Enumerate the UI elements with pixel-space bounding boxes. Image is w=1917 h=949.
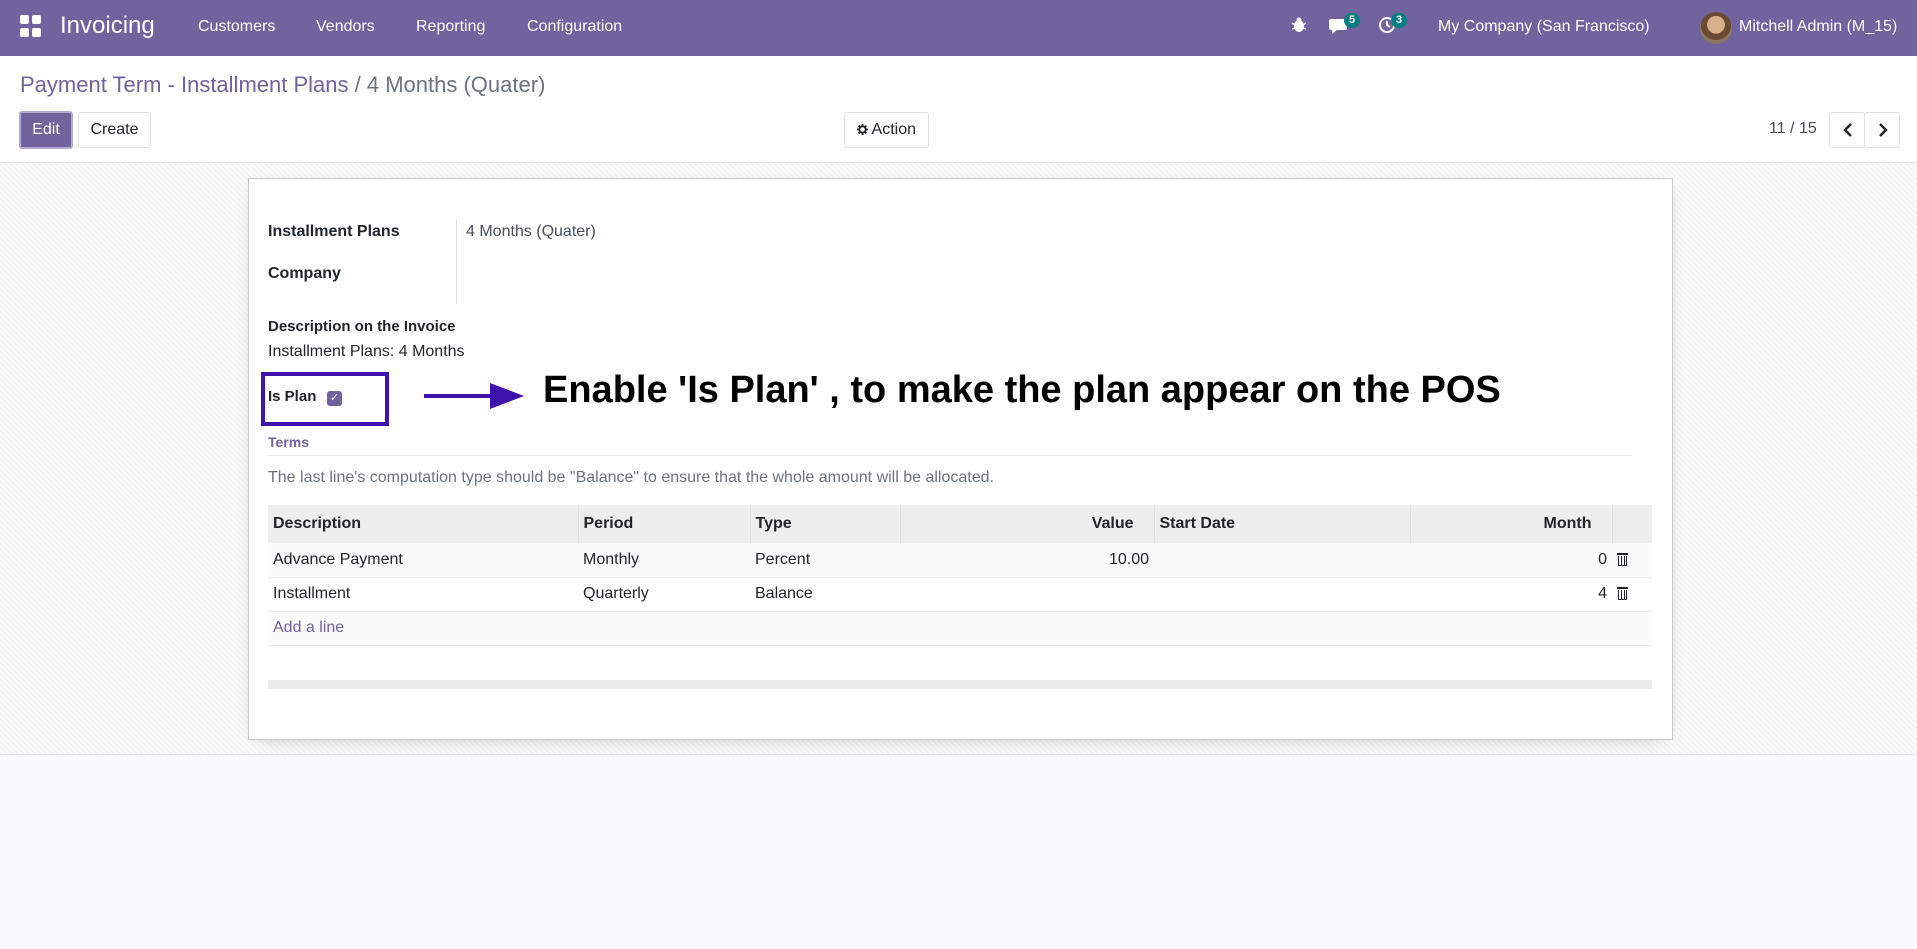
description-label: Description on the Invoice: [268, 318, 456, 335]
is-plan-checkbox[interactable]: ✓: [327, 391, 342, 406]
company-field[interactable]: [466, 265, 766, 285]
chevron-right-icon: [1879, 123, 1888, 137]
column-type[interactable]: Type: [750, 505, 901, 543]
breadcrumb-current: 4 Months (Quater): [366, 72, 546, 97]
cell-month[interactable]: 0: [1410, 543, 1612, 578]
trash-icon[interactable]: [1617, 587, 1628, 601]
trash-icon[interactable]: [1617, 553, 1628, 567]
action-label: Action: [871, 121, 917, 138]
cell-period[interactable]: Quarterly: [578, 577, 750, 612]
breadcrumb: Payment Term - Installment Plans / 4 Mon…: [20, 72, 545, 98]
pager-previous-button[interactable]: [1829, 112, 1865, 148]
column-month[interactable]: Month: [1410, 505, 1613, 543]
tab-divider: [268, 455, 1632, 456]
cell-description[interactable]: Installment: [268, 577, 578, 612]
table-header-row: Description Period Type Value Start Date…: [268, 505, 1652, 543]
installment-plans-field[interactable]: 4 Months (Quater): [466, 223, 596, 241]
cell-start-date[interactable]: [1154, 543, 1410, 578]
messages-badge: 5: [1344, 13, 1361, 28]
is-plan-label: Is Plan: [268, 388, 317, 405]
annotation-arrow-line: [424, 394, 494, 398]
user-avatar[interactable]: [1700, 12, 1732, 44]
column-start-date[interactable]: Start Date: [1154, 505, 1411, 543]
cell-value[interactable]: [900, 577, 1154, 612]
table-row[interactable]: Advance Payment Monthly Percent 10.00 0: [268, 543, 1652, 578]
installment-plans-label: Installment Plans: [268, 223, 400, 240]
tab-terms[interactable]: Terms: [268, 434, 309, 450]
app-menu-icon[interactable]: [20, 15, 42, 37]
column-period[interactable]: Period: [578, 505, 751, 543]
control-panel: Payment Term - Installment Plans / 4 Mon…: [0, 56, 1917, 163]
table-row[interactable]: Installment Quarterly Balance 4: [268, 577, 1652, 612]
create-button[interactable]: Create: [78, 112, 151, 148]
company-label: Company: [268, 265, 341, 282]
cell-description[interactable]: Advance Payment: [268, 543, 578, 578]
table-footer-bar: [268, 680, 1652, 689]
terms-hint: The last line's computation type should …: [268, 469, 994, 486]
form-sheet: [248, 178, 1673, 740]
column-value[interactable]: Value: [900, 505, 1155, 543]
edit-button[interactable]: Edit: [19, 111, 73, 149]
action-button[interactable]: Action: [844, 112, 929, 148]
menu-configuration[interactable]: Configuration: [527, 18, 622, 36]
menu-vendors[interactable]: Vendors: [316, 18, 375, 36]
breadcrumb-parent[interactable]: Payment Term - Installment Plans: [20, 72, 349, 97]
cell-start-date[interactable]: [1154, 577, 1410, 612]
bug-icon[interactable]: [1290, 16, 1308, 34]
company-switcher[interactable]: My Company (San Francisco): [1438, 18, 1650, 36]
add-line-row: Add a line: [268, 611, 1652, 646]
cell-month[interactable]: 4: [1410, 577, 1612, 612]
annotation-arrow-icon: [490, 383, 524, 409]
cell-type[interactable]: Percent: [750, 543, 900, 578]
breadcrumb-separator: /: [354, 72, 361, 97]
chevron-left-icon: [1843, 123, 1852, 137]
label-divider: [456, 220, 457, 304]
menu-customers[interactable]: Customers: [198, 18, 275, 36]
top-navbar: Invoicing Customers Vendors Reporting Co…: [0, 0, 1917, 56]
pager-value[interactable]: 11 / 15: [1769, 120, 1817, 138]
app-name[interactable]: Invoicing: [60, 12, 155, 40]
cell-type[interactable]: Balance: [750, 577, 900, 612]
terms-table: Description Period Type Value Start Date…: [268, 505, 1652, 646]
pager-next-button[interactable]: [1864, 112, 1900, 148]
add-line-link[interactable]: Add a line: [273, 619, 344, 636]
user-menu[interactable]: Mitchell Admin (M_15): [1739, 18, 1897, 36]
cell-delete: [1612, 543, 1652, 578]
cell-delete: [1612, 577, 1652, 612]
menu-reporting[interactable]: Reporting: [416, 18, 485, 36]
gear-icon: [856, 124, 868, 135]
description-field[interactable]: Installment Plans: 4 Months: [268, 343, 465, 361]
activities-badge: 3: [1391, 13, 1408, 28]
annotation-text: Enable 'Is Plan' , to make the plan appe…: [543, 369, 1501, 411]
column-description[interactable]: Description: [268, 505, 579, 543]
cell-period[interactable]: Monthly: [578, 543, 750, 578]
cell-value[interactable]: 10.00: [900, 543, 1154, 578]
column-actions: [1612, 505, 1652, 543]
